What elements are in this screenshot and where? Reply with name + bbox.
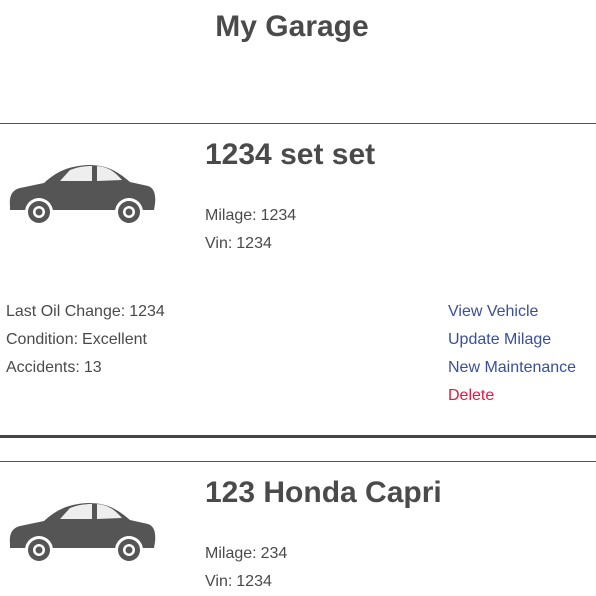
oil-change-value: 1234 — [129, 303, 165, 320]
card-separator — [0, 435, 596, 438]
car-icon — [9, 503, 156, 564]
vin-field: Vin: 1234 — [205, 235, 272, 253]
oil-change-label: Last Oil Change: — [6, 303, 126, 320]
condition-field: Condition: Excellent — [6, 331, 147, 349]
accidents-value: 13 — [83, 359, 102, 376]
milage-field: Milage: 234 — [205, 545, 287, 563]
vin-field: Vin: 1234 — [205, 573, 272, 591]
view-vehicle-link[interactable]: View Vehicle — [448, 303, 538, 321]
condition-value: Excellent — [82, 331, 147, 348]
vehicle-title: 123 Honda Capri — [205, 476, 442, 509]
accidents-label: Accidents: — [6, 359, 80, 376]
update-milage-link[interactable]: Update Milage — [448, 331, 551, 349]
vin-value: 1234 — [236, 573, 272, 590]
vin-label: Vin: — [205, 235, 233, 252]
condition-label: Condition: — [6, 331, 79, 348]
accidents-field: Accidents: 13 — [6, 359, 102, 377]
milage-label: Milage: — [205, 207, 257, 224]
vin-value: 1234 — [236, 235, 272, 252]
delete-link[interactable]: Delete — [448, 387, 494, 405]
divider — [0, 461, 596, 462]
milage-label: Milage: — [205, 545, 257, 562]
new-maintenance-link[interactable]: New Maintenance — [448, 359, 576, 377]
car-icon — [9, 165, 156, 226]
milage-value: 234 — [260, 545, 288, 562]
vin-label: Vin: — [205, 573, 233, 590]
milage-value: 1234 — [260, 207, 297, 224]
oil-change-field: Last Oil Change: 1234 — [6, 303, 165, 321]
vehicle-title: 1234 set set — [205, 138, 376, 171]
page-title: My Garage — [215, 10, 369, 43]
milage-field: Milage: 1234 — [205, 207, 296, 225]
divider — [0, 123, 596, 124]
